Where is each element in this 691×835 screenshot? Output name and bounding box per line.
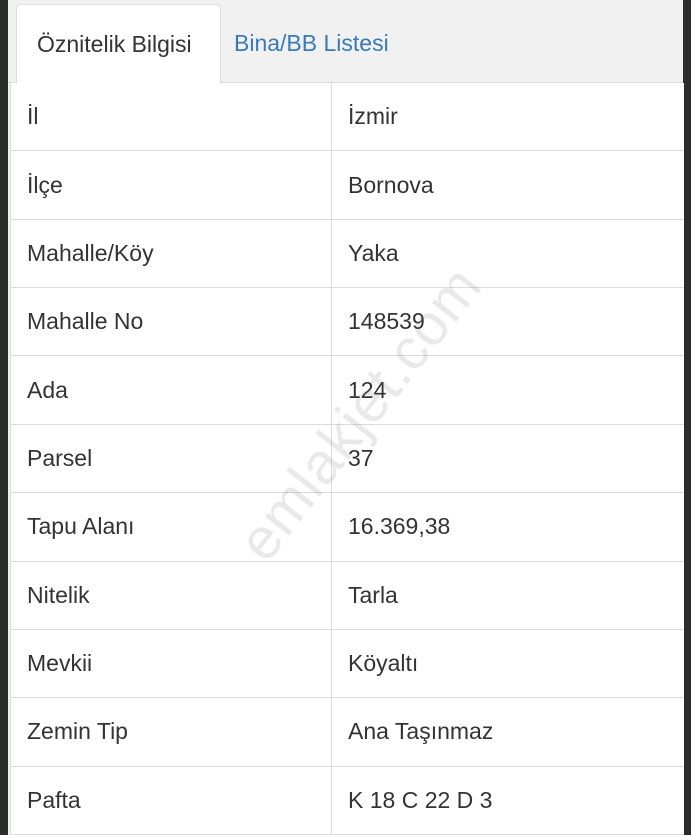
row-value: 16.369,38	[348, 513, 451, 540]
row-value: Tarla	[348, 581, 398, 608]
table-row: Pafta K 18 C 22 D 3	[11, 766, 684, 835]
attribute-table: İl İzmir İlçe Bornova Mahalle/Köy Yaka M…	[10, 83, 684, 835]
table-row: İlçe Bornova	[11, 151, 684, 220]
row-key: Mahalle No	[11, 288, 332, 356]
row-value: Ana Taşınmaz	[348, 718, 494, 745]
row-value: 37	[348, 444, 374, 471]
tab-label: Bina/BB Listesi	[234, 29, 389, 56]
tab-bar: Öznitelik Bilgisi Bina/BB Listesi	[8, 0, 683, 83]
row-key: İlçe	[11, 151, 332, 219]
table-row: Nitelik Tarla	[11, 561, 684, 630]
row-value: 124	[348, 376, 387, 403]
row-value: Bornova	[348, 171, 434, 198]
row-key: Mahalle/Köy	[11, 219, 332, 288]
table-row: Tapu Alanı 16.369,38	[11, 493, 684, 562]
row-value: Yaka	[348, 239, 399, 266]
row-key: İl	[11, 83, 332, 151]
row-value: İzmir	[348, 103, 398, 130]
row-key: Parsel	[11, 424, 332, 493]
table-row: Mevkii Köyaltı	[11, 629, 684, 699]
table-row: Parsel 37	[11, 424, 684, 494]
row-key: Tapu Alanı	[11, 493, 332, 561]
row-value: Köyaltı	[348, 650, 419, 677]
row-value: K 18 C 22 D 3	[348, 786, 493, 813]
row-key: Zemin Tip	[11, 698, 332, 766]
row-value: 148539	[348, 308, 425, 335]
row-key: Nitelik	[11, 561, 332, 629]
tab-attribute-info[interactable]: Öznitelik Bilgisi	[16, 4, 221, 83]
property-info-panel: Öznitelik Bilgisi Bina/BB Listesi İl İzm…	[8, 0, 684, 835]
tab-building-list[interactable]: Bina/BB Listesi	[234, 4, 389, 82]
tab-label: Öznitelik Bilgisi	[37, 30, 192, 57]
table-row: Ada 124	[11, 356, 684, 425]
table-row: Mahalle/Köy Yaka	[11, 219, 684, 289]
row-key: Mevkii	[11, 629, 332, 698]
table-row: Mahalle No 148539	[11, 288, 684, 357]
row-key: Pafta	[11, 766, 332, 834]
table-row: İl İzmir	[11, 83, 684, 152]
row-key: Ada	[11, 356, 332, 424]
table-row: Zemin Tip Ana Taşınmaz	[11, 698, 684, 767]
